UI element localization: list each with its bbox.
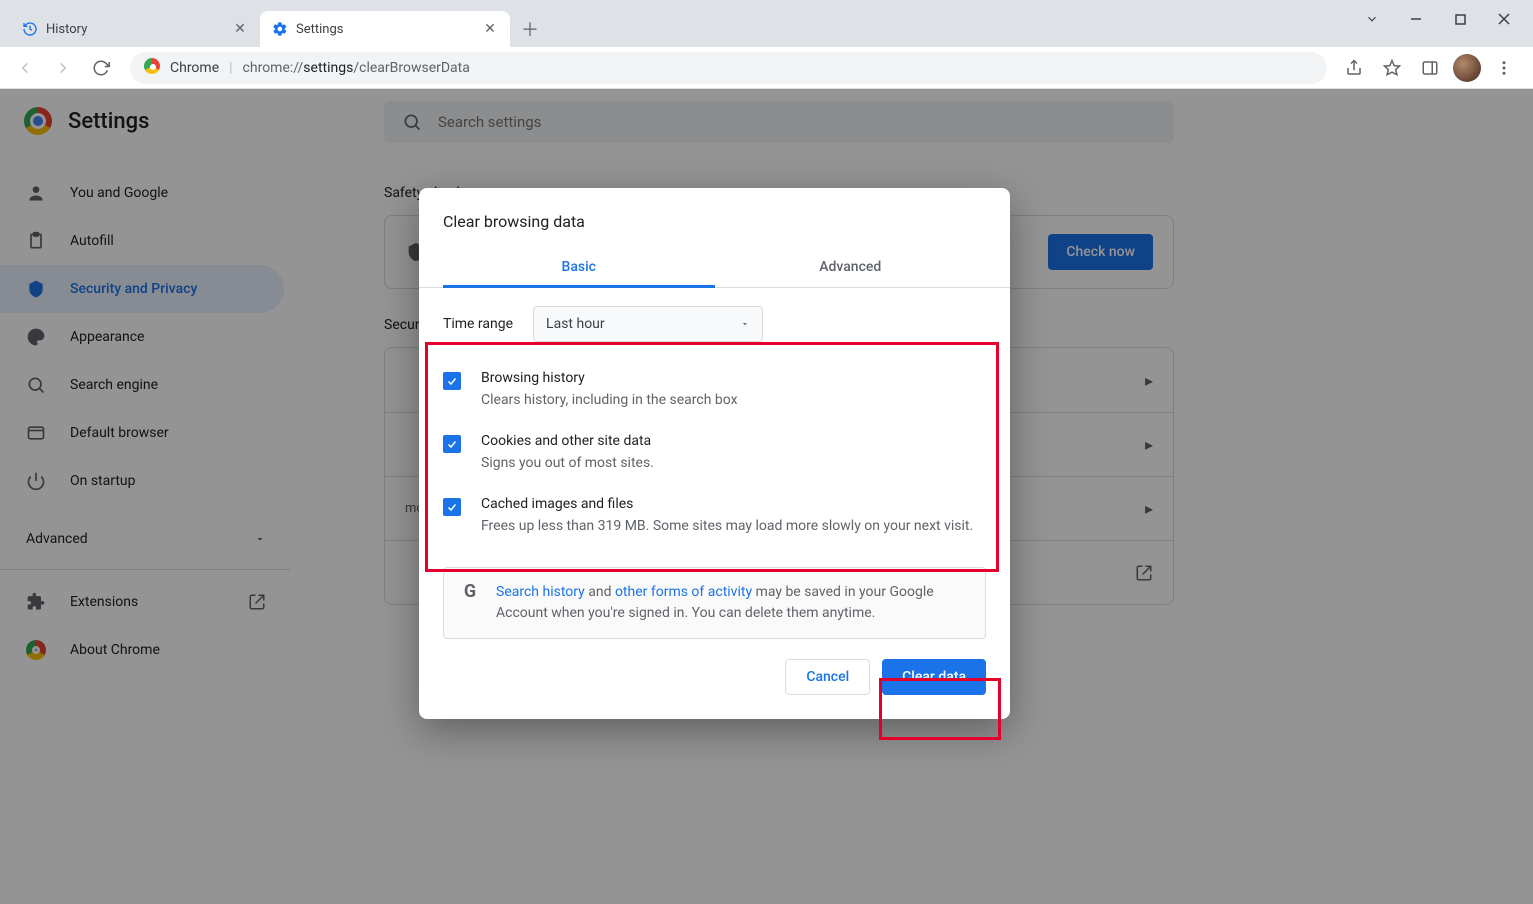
- info-text: Search history and other forms of activi…: [496, 582, 969, 624]
- url-scheme-label: Chrome: [170, 60, 219, 76]
- option-cookies[interactable]: Cookies and other site data Signs you ou…: [443, 425, 986, 488]
- tab-settings-title: Settings: [296, 22, 474, 37]
- tab-advanced[interactable]: Advanced: [715, 249, 987, 287]
- option-cached[interactable]: Cached images and files Frees up less th…: [443, 488, 986, 551]
- option-title: Browsing history: [481, 370, 738, 386]
- chevron-down-icon: [740, 319, 750, 329]
- tab-settings[interactable]: Settings ✕: [260, 11, 510, 47]
- checkbox-checked-icon[interactable]: [443, 435, 461, 453]
- history-icon: [22, 21, 38, 37]
- option-browsing-history[interactable]: Browsing history Clears history, includi…: [443, 362, 986, 425]
- new-tab-button[interactable]: ＋: [516, 15, 544, 43]
- cancel-button[interactable]: Cancel: [785, 659, 870, 695]
- dialog-actions: Cancel Clear data: [419, 639, 1010, 699]
- share-icon[interactable]: [1339, 53, 1369, 83]
- clear-data-options: Browsing history Clears history, includi…: [431, 354, 998, 563]
- option-subtitle: Signs you out of most sites.: [481, 453, 654, 474]
- option-subtitle: Frees up less than 319 MB. Some sites ma…: [481, 516, 973, 537]
- checkbox-checked-icon[interactable]: [443, 372, 461, 390]
- reload-button[interactable]: [84, 51, 118, 85]
- dialog-tabs: Basic Advanced: [419, 249, 1010, 288]
- minimize-icon[interactable]: [1409, 12, 1423, 26]
- link-other-activity[interactable]: other forms of activity: [615, 584, 752, 600]
- link-search-history[interactable]: Search history: [496, 584, 585, 600]
- window-controls: [1343, 0, 1533, 38]
- maximize-icon[interactable]: [1453, 12, 1467, 26]
- forward-button[interactable]: [46, 51, 80, 85]
- clear-data-button[interactable]: Clear data: [882, 659, 986, 695]
- dialog-title: Clear browsing data: [419, 188, 1010, 249]
- url-text: chrome://settings/clearBrowserData: [243, 60, 470, 76]
- tab-basic[interactable]: Basic: [443, 249, 715, 288]
- browser-tab-strip: History ✕ Settings ✕ ＋: [0, 0, 1533, 47]
- option-title: Cached images and files: [481, 496, 973, 512]
- chevron-down-icon[interactable]: [1365, 12, 1379, 26]
- checkbox-checked-icon[interactable]: [443, 498, 461, 516]
- site-info-icon[interactable]: [144, 58, 160, 78]
- browser-toolbar: Chrome | chrome://settings/clearBrowserD…: [0, 47, 1533, 89]
- side-panel-icon[interactable]: [1415, 53, 1445, 83]
- option-title: Cookies and other site data: [481, 433, 654, 449]
- google-account-info: G Search history and other forms of acti…: [443, 567, 986, 639]
- option-subtitle: Clears history, including in the search …: [481, 390, 738, 411]
- tab-history-title: History: [46, 22, 224, 37]
- time-range-select[interactable]: Last hour: [533, 306, 763, 342]
- address-bar[interactable]: Chrome | chrome://settings/clearBrowserD…: [130, 52, 1327, 84]
- tab-history[interactable]: History ✕: [10, 11, 260, 47]
- close-window-icon[interactable]: [1497, 12, 1511, 26]
- profile-avatar[interactable]: [1453, 54, 1481, 82]
- time-range-row: Time range Last hour: [419, 288, 1010, 352]
- menu-icon[interactable]: [1489, 53, 1519, 83]
- time-range-label: Time range: [443, 316, 513, 332]
- gear-icon: [272, 21, 288, 37]
- bookmark-icon[interactable]: [1377, 53, 1407, 83]
- google-g-icon: G: [460, 582, 480, 602]
- close-icon[interactable]: ✕: [482, 21, 498, 37]
- time-range-value: Last hour: [546, 316, 605, 332]
- clear-browsing-data-dialog: Clear browsing data Basic Advanced Time …: [419, 188, 1010, 719]
- back-button[interactable]: [8, 51, 42, 85]
- separator: |: [229, 60, 232, 76]
- close-icon[interactable]: ✕: [232, 21, 248, 37]
